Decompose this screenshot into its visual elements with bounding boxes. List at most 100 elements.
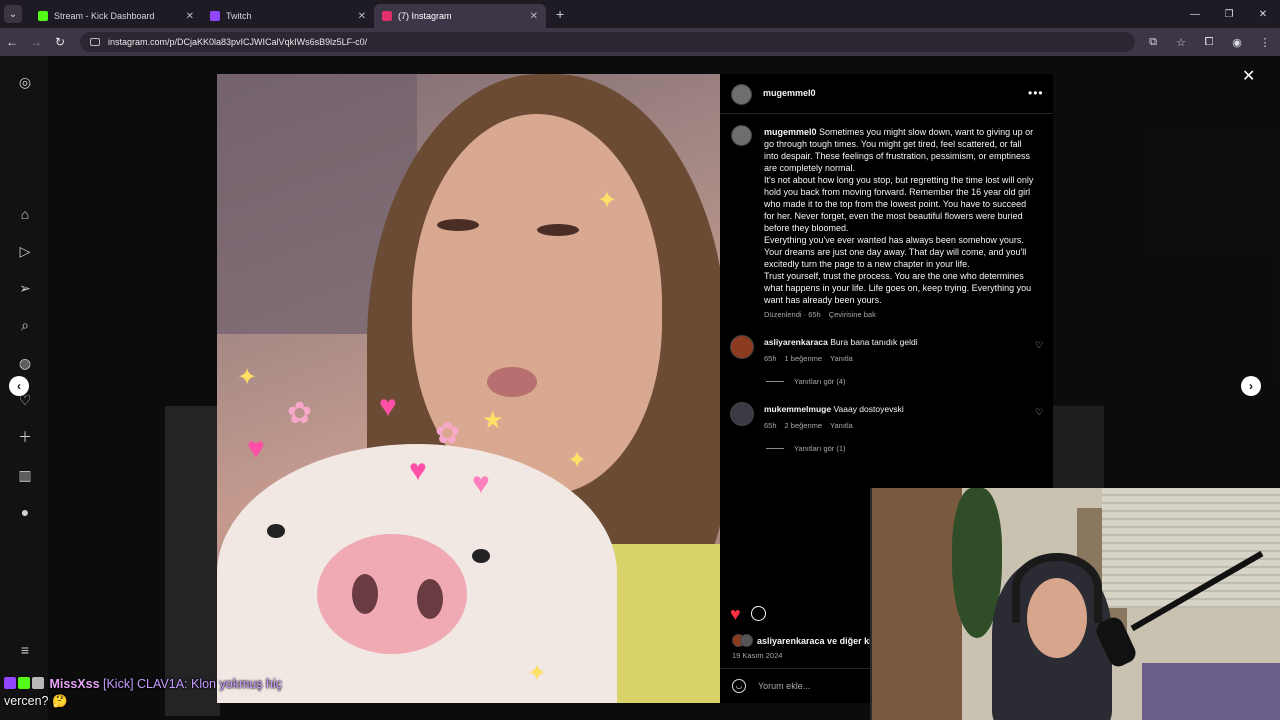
restore-icon[interactable]: ❐ bbox=[1212, 9, 1246, 20]
author-username[interactable]: mugemmel0 bbox=[763, 88, 816, 98]
like-heart-icon[interactable]: ♥ bbox=[730, 604, 741, 624]
comment-username[interactable]: asliyarenkaraca bbox=[764, 337, 828, 347]
tab-twitch[interactable]: Twitch ✕ bbox=[202, 4, 374, 28]
commenter-avatar[interactable] bbox=[730, 402, 754, 426]
create-icon[interactable]: ＋ bbox=[16, 428, 34, 446]
cast-icon[interactable]: ⧉ bbox=[1144, 36, 1162, 49]
tab-search-chevron-icon[interactable]: ⌄ bbox=[4, 5, 22, 23]
explore-icon[interactable]: ◍ bbox=[16, 354, 34, 372]
tab-title: (7) Instagram bbox=[398, 11, 452, 21]
post-image: ✿ ♥ ✿ ♥ ♥ ♥ ✦ ✦ ★ ✦ ✦ bbox=[217, 74, 720, 703]
comment-text: mukemmelmuge Vaaay dostoyevski bbox=[764, 404, 904, 414]
comment-body: Vaaay dostoyevski bbox=[833, 404, 904, 414]
dashboard-icon[interactable]: ▥ bbox=[16, 466, 34, 484]
post-actions: ♥ bbox=[730, 604, 766, 624]
back-icon[interactable]: ← bbox=[0, 35, 24, 49]
tab-title: Twitch bbox=[226, 11, 252, 21]
next-post-button[interactable]: › bbox=[1241, 376, 1261, 396]
comment-likes[interactable]: 2 beğenme bbox=[785, 421, 823, 430]
caption-meta: Düzenlendi · 65h Çevirisine bak bbox=[764, 310, 876, 319]
photo-eye bbox=[537, 224, 579, 236]
comment-meta: 65h 1 beğenme Yanıtla bbox=[764, 354, 853, 363]
cam-desk bbox=[1142, 663, 1280, 720]
close-window-icon[interactable]: ✕ bbox=[1246, 9, 1280, 20]
url-text: instagram.com/p/DCjaKK0la83pvICJWICalVqk… bbox=[108, 37, 368, 47]
view-replies-button[interactable]: Yanıtları gör (4) bbox=[766, 377, 846, 386]
home-icon[interactable]: ⌂ bbox=[16, 205, 34, 223]
sparkle-icon: ✦ bbox=[237, 364, 258, 391]
more-options-icon[interactable]: ••• bbox=[1028, 86, 1044, 100]
chat-message: MissXss [Kick] CLAV1A: Klon yokmuş hiç v… bbox=[4, 676, 364, 710]
comment-body: Bura bana tanıdık geldi bbox=[830, 337, 918, 347]
comment-icon[interactable] bbox=[750, 606, 766, 621]
minimize-icon[interactable]: — bbox=[1178, 9, 1212, 20]
chat-text: [Kick] CLAV1A: Klon yokmuş hiç bbox=[103, 677, 283, 691]
instagram-icon[interactable]: ◎ bbox=[16, 73, 34, 91]
browser-menu-icon[interactable]: ⋮ bbox=[1256, 36, 1274, 49]
chat-username: MissXss bbox=[49, 677, 100, 691]
caption-paragraph: Trust yourself, trust the process. You a… bbox=[764, 271, 1032, 305]
heart-sticker-icon: ♥ bbox=[379, 390, 397, 423]
edited-time: Düzenlendi · 65h bbox=[764, 310, 821, 319]
profile-icon[interactable]: ◉ bbox=[1228, 36, 1246, 49]
reply-button[interactable]: Yanıtla bbox=[830, 421, 853, 430]
comment-meta: 65h 2 beğenme Yanıtla bbox=[764, 421, 853, 430]
background-content bbox=[165, 406, 220, 716]
reels-icon[interactable]: ▷ bbox=[16, 242, 34, 260]
close-tab-icon[interactable]: ✕ bbox=[358, 11, 366, 22]
new-tab-button[interactable]: + bbox=[556, 6, 564, 22]
comment-text: asliyarenkaraca Bura bana tanıdık geldi bbox=[764, 337, 918, 347]
reply-button[interactable]: Yanıtla bbox=[830, 354, 853, 363]
menu-icon[interactable]: ≡ bbox=[16, 641, 34, 659]
reload-icon[interactable]: ↻ bbox=[48, 35, 72, 49]
post-caption: mugemmel0 Sometimes you might slow down,… bbox=[764, 126, 1036, 306]
close-tab-icon[interactable]: ✕ bbox=[530, 11, 538, 22]
caption-username[interactable]: mugemmel0 bbox=[764, 127, 817, 137]
liked-by-text[interactable]: asliyarenkaraca ve diğer ki bbox=[757, 636, 872, 646]
navigation-bar: ← → ↻ instagram.com/p/DCjaKK0la83pvICJWI… bbox=[0, 28, 1280, 56]
comment-username[interactable]: mukemmelmuge bbox=[764, 404, 831, 414]
like-comment-icon[interactable]: ♡ bbox=[1035, 407, 1043, 418]
mouse-badge-icon bbox=[32, 677, 44, 689]
window-controls: — ❐ ✕ bbox=[1178, 0, 1280, 28]
comment-likes[interactable]: 1 beğenme bbox=[785, 354, 823, 363]
previous-post-button[interactable]: ‹ bbox=[9, 376, 29, 396]
profile-avatar-icon[interactable]: ● bbox=[16, 503, 34, 521]
caption-avatar[interactable] bbox=[731, 125, 752, 146]
commenter-avatar[interactable] bbox=[730, 335, 754, 359]
headphones-icon bbox=[1012, 553, 1102, 623]
tab-title: Stream - Kick Dashboard bbox=[54, 11, 155, 21]
sparkle-icon: ✦ bbox=[567, 447, 588, 474]
close-modal-icon[interactable]: ✕ bbox=[1242, 66, 1255, 86]
pig-nostril bbox=[417, 579, 443, 619]
author-avatar[interactable] bbox=[731, 84, 752, 105]
webcam-overlay bbox=[870, 488, 1280, 720]
search-icon[interactable]: ⌕ bbox=[16, 316, 34, 334]
close-tab-icon[interactable]: ✕ bbox=[186, 11, 194, 22]
twitch-favicon-icon bbox=[210, 11, 220, 21]
forward-icon[interactable]: → bbox=[24, 35, 48, 49]
comment-time: 65h bbox=[764, 421, 777, 430]
view-replies-button[interactable]: Yanıtları gör (1) bbox=[766, 444, 846, 453]
photo-eye bbox=[437, 219, 479, 231]
emoji-icon[interactable]: ◡ bbox=[732, 679, 746, 693]
like-comment-icon[interactable]: ♡ bbox=[1035, 340, 1043, 351]
tab-kick-dashboard[interactable]: Stream - Kick Dashboard ✕ bbox=[30, 4, 202, 28]
heart-sticker-icon: ♥ bbox=[247, 432, 265, 465]
replies-line bbox=[766, 448, 784, 449]
address-bar[interactable]: instagram.com/p/DCjaKK0la83pvICJWICalVqk… bbox=[80, 32, 1135, 52]
kick-favicon-icon bbox=[38, 11, 48, 21]
toolbar-actions: ⧉ ☆ ⧠ ◉ ⋮ bbox=[1144, 28, 1274, 56]
extensions-icon[interactable]: ⧠ bbox=[1200, 36, 1218, 49]
instagram-favicon-icon bbox=[382, 11, 392, 21]
photo-lips bbox=[487, 367, 537, 397]
flower-sticker-icon: ✿ bbox=[435, 417, 461, 450]
sparkle-icon: ✦ bbox=[597, 187, 618, 214]
see-translation-link[interactable]: Çevirisine bak bbox=[829, 310, 876, 319]
chat-text-cont: vercen? 🤔 bbox=[4, 694, 68, 708]
bookmark-star-icon[interactable]: ☆ bbox=[1172, 36, 1190, 49]
site-info-icon[interactable] bbox=[90, 38, 100, 46]
direct-icon[interactable]: ➢ bbox=[16, 279, 34, 297]
star-icon: ★ bbox=[482, 407, 504, 434]
tab-instagram[interactable]: (7) Instagram ✕ bbox=[374, 4, 546, 28]
